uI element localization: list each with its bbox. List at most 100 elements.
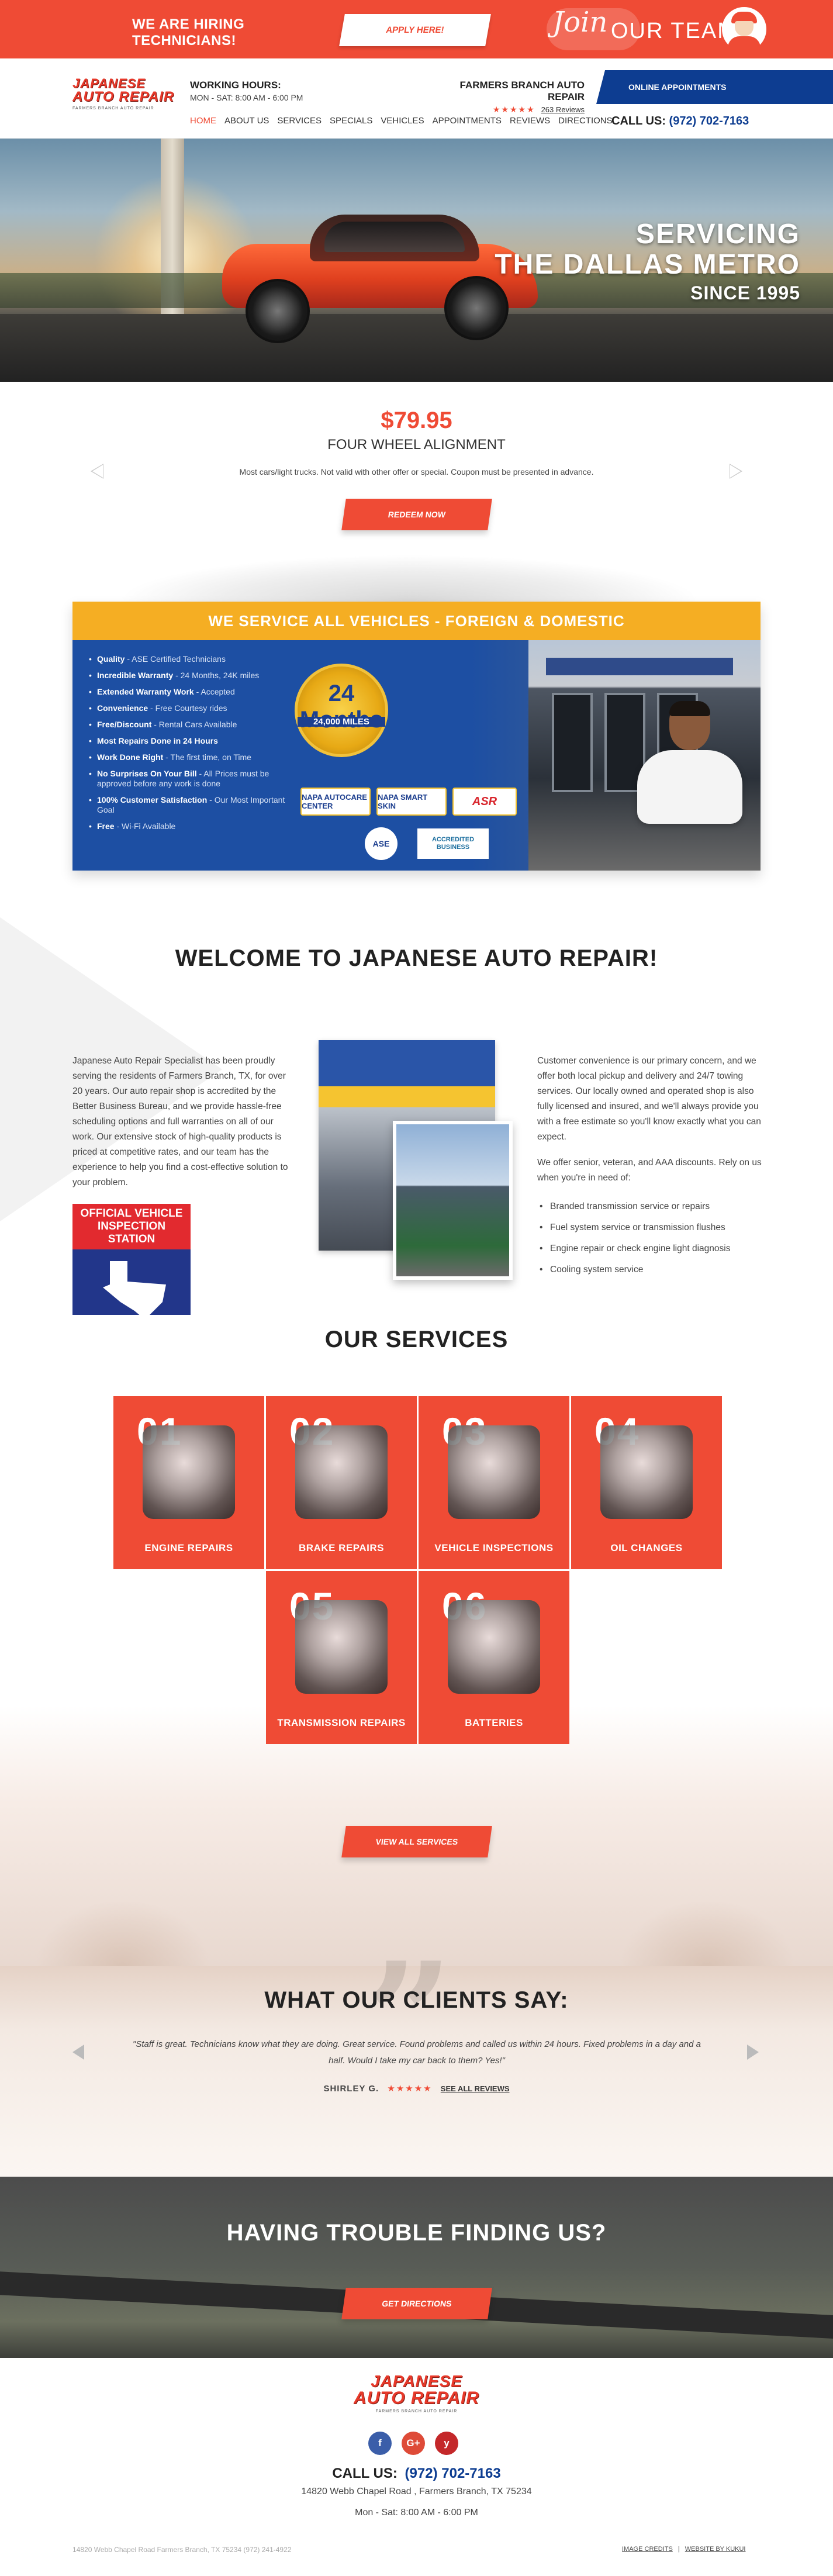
testimonial-title: WHAT OUR CLIENTS SAY: bbox=[264, 1987, 569, 2013]
footer-logo-tagline: FARMERS BRANCH AUTO REPAIR bbox=[375, 2409, 458, 2413]
footer-bottom-links: IMAGE CREDITS | WEBSITE BY KUKUI bbox=[622, 2546, 746, 2553]
nav-appointments[interactable]: APPOINTMENTS bbox=[433, 116, 502, 126]
feature-item: Free/Discount - Rental Cars Available bbox=[89, 720, 299, 730]
online-appointments-label: ONLINE APPOINTMENTS bbox=[628, 82, 727, 92]
hiring-headline-line2: TECHNICIANS! bbox=[132, 33, 236, 49]
directions-title: HAVING TROUBLE FINDING US? bbox=[226, 2220, 607, 2246]
needs-list-item: Cooling system service bbox=[537, 1259, 762, 1280]
image-credits-link[interactable]: IMAGE CREDITS bbox=[622, 2546, 673, 2553]
inspection-station-heading: OFFICIAL VEHICLE INSPECTION STATION bbox=[72, 1204, 191, 1249]
coupon-title: FOUR WHEEL ALIGNMENT bbox=[327, 437, 506, 453]
coupon-price: $79.95 bbox=[381, 408, 452, 433]
feature-item: Quality - ASE Certified Technicians bbox=[89, 654, 299, 664]
hiring-banner: WE ARE HIRING TECHNICIANS! APPLY HERE! J… bbox=[0, 0, 833, 58]
nav-specials[interactable]: SPECIALS bbox=[330, 116, 372, 126]
testimonial-quote: "Staff is great. Technicians know what t… bbox=[133, 2039, 701, 2066]
working-hours-label: WORKING HOURS: bbox=[190, 80, 281, 91]
engine-icon bbox=[143, 1425, 235, 1519]
view-all-services-button[interactable]: VIEW ALL SERVICES bbox=[341, 1826, 492, 1857]
apply-here-label: APPLY HERE! bbox=[385, 25, 445, 35]
needs-list-item: Engine repair or check engine light diag… bbox=[537, 1238, 762, 1259]
see-all-reviews-link[interactable]: SEE ALL REVIEWS bbox=[441, 2084, 510, 2093]
logo-tagline: FARMERS BRANCH AUTO REPAIR bbox=[72, 106, 154, 111]
hiring-headline: WE ARE HIRING TECHNICIANS! bbox=[132, 16, 244, 49]
service-card-transmission-repairs[interactable]: 05 TRANSMISSION REPAIRS bbox=[266, 1571, 417, 1744]
service-card-brake-repairs[interactable]: 02 BRAKE REPAIRS bbox=[266, 1396, 417, 1569]
feature-list: Quality - ASE Certified Technicians Incr… bbox=[89, 654, 299, 838]
services-section: OUR SERVICES 01 ENGINE REPAIRS 02 BRAKE … bbox=[0, 1315, 833, 1966]
apply-here-button[interactable]: APPLY HERE! bbox=[339, 14, 491, 46]
footer-call: CALL US: (972) 702-7163 bbox=[0, 2465, 833, 2482]
footer-separator: | bbox=[678, 2546, 680, 2553]
nav-services[interactable]: SERVICES bbox=[277, 116, 322, 126]
nav-directions[interactable]: DIRECTIONS bbox=[558, 116, 613, 126]
service-card-vehicle-inspections[interactable]: 03 VEHICLE INSPECTIONS bbox=[419, 1396, 569, 1569]
hero-line3: SINCE 1995 bbox=[690, 282, 800, 303]
technician-photo bbox=[637, 701, 742, 824]
directions-section: HAVING TROUBLE FINDING US? GET DIRECTION… bbox=[0, 2177, 833, 2358]
facebook-icon[interactable]: f bbox=[368, 2432, 392, 2455]
quote-mark-icon: ” bbox=[365, 1929, 453, 2108]
online-appointments-button[interactable]: ONLINE APPOINTMENTS bbox=[596, 70, 833, 104]
nav-reviews[interactable]: REVIEWS bbox=[510, 116, 550, 126]
car-front-wheel bbox=[246, 279, 310, 343]
storefront-bay bbox=[552, 693, 593, 792]
testimonial-prev-arrow-icon[interactable] bbox=[72, 2045, 84, 2060]
footer-phone-link[interactable]: (972) 702-7163 bbox=[405, 2465, 501, 2481]
join-script-text: Join bbox=[552, 6, 608, 39]
footer-logo-line2: AUTO REPAIR bbox=[354, 2388, 479, 2408]
testimonial-author: SHIRLEY G. bbox=[323, 2084, 379, 2094]
view-all-services-label: VIEW ALL SERVICES bbox=[375, 1837, 459, 1846]
service-card-oil-changes[interactable]: 04 OIL CHANGES bbox=[571, 1396, 722, 1569]
site-header: JAPANESE AUTO REPAIR FARMERS BRANCH AUTO… bbox=[0, 58, 833, 139]
nav-home[interactable]: HOME bbox=[190, 116, 216, 126]
working-hours: WORKING HOURS: MON - SAT: 8:00 AM - 6:00… bbox=[190, 80, 303, 102]
battery-icon bbox=[448, 1600, 540, 1694]
coupon-next-arrow-icon[interactable] bbox=[730, 464, 742, 479]
napa-autocare-logo: NAPA AUTOCARE CENTER bbox=[300, 788, 371, 816]
website-by-link[interactable]: WEBSITE BY KUKUI bbox=[685, 2546, 746, 2553]
needs-list-item: Branded transmission service or repairs bbox=[537, 1196, 762, 1217]
napa-smartskin-logo: NAPA SMART SKIN bbox=[376, 788, 447, 816]
hiring-headline-line1: WE ARE HIRING bbox=[132, 16, 245, 32]
footer-logo-line1: JAPANESE bbox=[371, 2372, 462, 2390]
bbb-accredited-logo: ACCREDITED BUSINESS bbox=[417, 828, 489, 859]
testimonial-next-arrow-icon[interactable] bbox=[747, 2045, 759, 2060]
ase-logo: ASE bbox=[365, 827, 398, 860]
header-call: CALL US: (972) 702-7163 bbox=[611, 115, 749, 128]
sub-footer: Mon - Sat: 8:00 AM - 6:00 PM 14820 Webb … bbox=[0, 2508, 833, 2576]
service-label: BATTERIES bbox=[465, 1717, 523, 1728]
service-label: OIL CHANGES bbox=[610, 1542, 683, 1553]
service-card-batteries[interactable]: 06 BATTERIES bbox=[419, 1571, 569, 1744]
header-phone-link[interactable]: (972) 702-7163 bbox=[669, 115, 749, 127]
google-plus-icon[interactable]: G+ bbox=[402, 2432, 425, 2455]
welcome-right-p1: Customer convenience is our primary conc… bbox=[537, 1056, 761, 1142]
hero-line1: SERVICING bbox=[635, 219, 800, 250]
brake-rotor-icon bbox=[295, 1425, 388, 1519]
site-logo[interactable]: JAPANESE AUTO REPAIR FARMERS BRANCH AUTO… bbox=[72, 77, 175, 117]
all-vehicles-headline: WE SERVICE ALL VEHICLES - FOREIGN & DOME… bbox=[72, 602, 761, 640]
reviews-link[interactable]: 263 Reviews bbox=[541, 105, 585, 114]
redeem-now-button[interactable]: REDEEM NOW bbox=[341, 499, 492, 530]
rating-stars: ★★★★★ bbox=[492, 105, 535, 114]
gears-decoration bbox=[117, 555, 701, 602]
nav-about-us[interactable]: ABOUT US bbox=[224, 116, 269, 126]
yelp-icon[interactable]: y bbox=[435, 2432, 458, 2455]
footer-logo[interactable]: JAPANESE AUTO REPAIR FARMERS BRANCH AUTO… bbox=[345, 2372, 488, 2414]
background-hands-right bbox=[620, 1900, 795, 1966]
testimonial-section: ” WHAT OUR CLIENTS SAY: "Staff is great.… bbox=[0, 1943, 833, 2177]
rating-row: ★★★★★ 263 Reviews bbox=[434, 105, 585, 115]
inspection-line2: INSPECTION STATION bbox=[97, 1220, 166, 1245]
footer-hours: Mon - Sat: 8:00 AM - 6:00 PM bbox=[355, 2508, 478, 2518]
header-call-label: CALL US: bbox=[611, 115, 666, 127]
get-directions-button[interactable]: GET DIRECTIONS bbox=[341, 2288, 492, 2319]
service-card-engine-repairs[interactable]: 01 ENGINE REPAIRS bbox=[113, 1396, 264, 1569]
join-our-team-link[interactable]: Join OUR TEAM bbox=[547, 6, 775, 53]
feature-item: 100% Customer Satisfaction - Our Most Im… bbox=[89, 795, 299, 815]
nav-vehicles[interactable]: VEHICLES bbox=[381, 116, 424, 126]
needs-list-item: Fuel system service or transmission flus… bbox=[537, 1217, 762, 1238]
testimonial-author-row: SHIRLEY G. ★★★★★ SEE ALL REVIEWS bbox=[0, 2083, 833, 2094]
service-label: TRANSMISSION REPAIRS bbox=[277, 1717, 406, 1728]
welcome-section: WELCOME TO JAPANESE AUTO REPAIR! Japanes… bbox=[0, 917, 833, 1331]
suspension-icon bbox=[448, 1425, 540, 1519]
